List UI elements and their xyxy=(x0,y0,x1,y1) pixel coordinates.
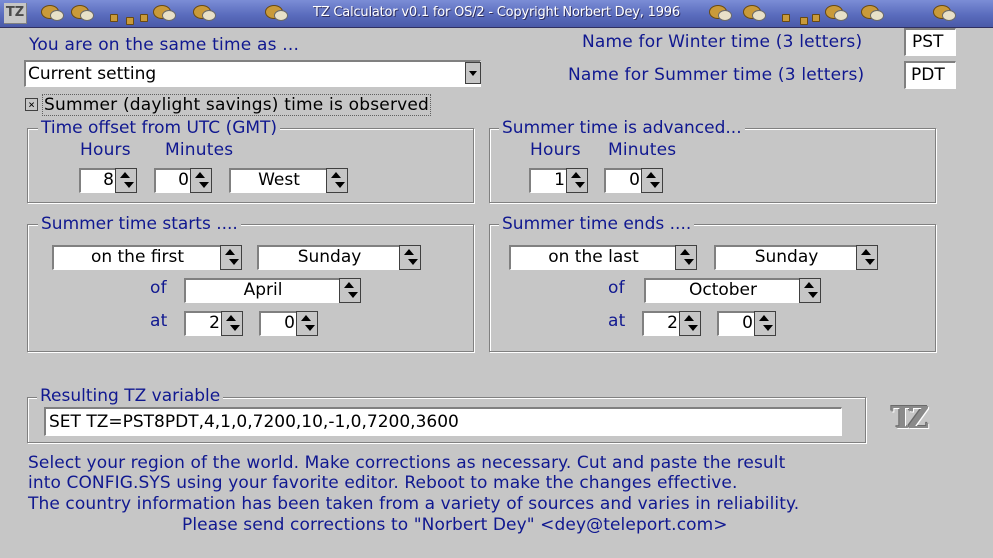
tz-result-field[interactable]: SET TZ=PST8PDT,4,1,0,7200,10,-1,0,7200,3… xyxy=(44,407,842,436)
starts-hour-spin-arrows-icon[interactable] xyxy=(221,311,243,336)
advanced-hours-spinner[interactable]: 1 xyxy=(529,168,588,193)
offset-minutes-spin-arrows-icon[interactable] xyxy=(190,168,212,193)
starts-month-value[interactable]: April xyxy=(184,278,340,303)
info-line-4: Please send corrections to "Norbert Dey"… xyxy=(182,515,728,535)
ends-at-label: at xyxy=(608,311,626,331)
starts-day-value[interactable]: Sunday xyxy=(257,245,400,270)
advanced-minutes-spinner[interactable]: 0 xyxy=(604,168,663,193)
offset-hours-label: Hours xyxy=(80,140,131,160)
starts-minute-spinner[interactable]: 0 xyxy=(259,311,318,336)
offset-direction-value[interactable]: West xyxy=(229,168,327,193)
starts-of-label: of xyxy=(150,278,167,298)
offset-hours-value[interactable]: 8 xyxy=(79,168,116,193)
starts-minute-value[interactable]: 0 xyxy=(259,311,297,336)
starts-week-spinner[interactable]: on the first xyxy=(52,245,242,270)
advanced-hours-spin-arrows-icon[interactable] xyxy=(566,168,588,193)
ends-day-value[interactable]: Sunday xyxy=(714,245,857,270)
starts-week-value[interactable]: on the first xyxy=(52,245,221,270)
offset-minutes-label: Minutes xyxy=(165,140,234,160)
ends-hour-spin-arrows-icon[interactable] xyxy=(679,311,701,336)
ends-minute-spinner[interactable]: 0 xyxy=(717,311,776,336)
same-time-label: You are on the same time as ... xyxy=(29,35,300,55)
region-selected-value: Current setting xyxy=(28,64,157,84)
ends-hour-spinner[interactable]: 2 xyxy=(642,311,701,336)
ends-minute-spin-arrows-icon[interactable] xyxy=(754,311,776,336)
ends-week-spinner[interactable]: on the last xyxy=(509,245,697,270)
ends-week-spin-arrows-icon[interactable] xyxy=(675,245,697,270)
advanced-hours-label: Hours xyxy=(530,140,581,160)
offset-minutes-spinner[interactable]: 0 xyxy=(154,168,212,193)
starts-month-spinner[interactable]: April xyxy=(184,278,361,303)
offset-hours-spinner[interactable]: 8 xyxy=(79,168,137,193)
advanced-title: Summer time is advanced... xyxy=(499,118,745,138)
ends-day-spinner[interactable]: Sunday xyxy=(714,245,878,270)
info-line-1: Select your region of the world. Make co… xyxy=(28,453,786,473)
advanced-hours-value[interactable]: 1 xyxy=(529,168,567,193)
title-bar[interactable]: TZ TZ Calculator v0.1 for OS/2 - Copyrig… xyxy=(0,0,993,28)
starts-hour-spinner[interactable]: 2 xyxy=(184,311,243,336)
advanced-minutes-value[interactable]: 0 xyxy=(604,168,642,193)
ends-hour-value[interactable]: 2 xyxy=(642,311,680,336)
starts-hour-value[interactable]: 2 xyxy=(184,311,222,336)
ends-day-spin-arrows-icon[interactable] xyxy=(856,245,878,270)
starts-month-spin-arrows-icon[interactable] xyxy=(339,278,361,303)
ends-month-value[interactable]: October xyxy=(644,278,800,303)
window-title: TZ Calculator v0.1 for OS/2 - Copyright … xyxy=(313,5,680,20)
starts-minute-spin-arrows-icon[interactable] xyxy=(296,311,318,336)
offset-direction-spinner[interactable]: West xyxy=(229,168,348,193)
advanced-minutes-label: Minutes xyxy=(608,140,677,160)
result-title: Resulting TZ variable xyxy=(37,386,224,406)
summer-name-input[interactable]: PDT xyxy=(904,61,956,89)
info-line-3: The country information has been taken f… xyxy=(28,494,800,514)
tz-logo-icon: TZ xyxy=(891,401,929,436)
ends-minute-value[interactable]: 0 xyxy=(717,311,755,336)
ends-month-spin-arrows-icon[interactable] xyxy=(799,278,821,303)
summer-name-label: Name for Summer time (3 letters) xyxy=(568,65,865,85)
starts-at-label: at xyxy=(150,311,168,331)
starts-day-spin-arrows-icon[interactable] xyxy=(399,245,421,270)
starts-day-spinner[interactable]: Sunday xyxy=(257,245,421,270)
time-offset-title: Time offset from UTC (GMT) xyxy=(38,118,281,138)
offset-hours-spin-arrows-icon[interactable] xyxy=(115,168,137,193)
info-line-2: into CONFIG.SYS using your favorite edit… xyxy=(28,473,738,493)
starts-title: Summer time starts .... xyxy=(38,214,241,234)
offset-direction-spin-arrows-icon[interactable] xyxy=(326,168,348,193)
winter-name-label: Name for Winter time (3 letters) xyxy=(582,32,863,52)
tz-calculator-window: TZ TZ Calculator v0.1 for OS/2 - Copyrig… xyxy=(0,0,993,558)
region-dropdown-button[interactable] xyxy=(465,62,481,84)
starts-week-spin-arrows-icon[interactable] xyxy=(220,245,242,270)
ends-of-label: of xyxy=(608,278,625,298)
ends-title: Summer time ends .... xyxy=(499,214,695,234)
dst-checkbox-label[interactable]: Summer (daylight savings) time is observ… xyxy=(42,94,432,116)
region-dropdown[interactable]: Current setting xyxy=(24,60,481,87)
ends-week-value[interactable]: on the last xyxy=(509,245,676,270)
winter-name-input[interactable]: PST xyxy=(904,28,956,56)
offset-minutes-value[interactable]: 0 xyxy=(154,168,191,193)
ends-month-spinner[interactable]: October xyxy=(644,278,821,303)
dst-checkbox[interactable]: × xyxy=(25,98,38,111)
advanced-minutes-spin-arrows-icon[interactable] xyxy=(641,168,663,193)
